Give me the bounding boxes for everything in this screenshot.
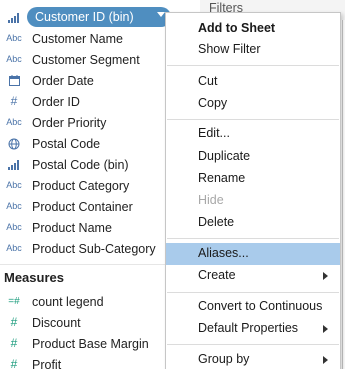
menu-item-label: Duplicate: [198, 149, 251, 163]
field-label: Order ID: [32, 94, 80, 109]
field-label: Postal Code (bin): [32, 157, 129, 172]
menu-item-group-by[interactable]: Group by: [166, 349, 340, 369]
chevron-right-icon: [323, 356, 328, 364]
menu-item-label: Create: [198, 268, 236, 282]
menu-item-label: Edit...: [198, 126, 230, 140]
menu-item-delete[interactable]: Delete: [166, 212, 340, 234]
chevron-right-icon: [323, 272, 328, 280]
menu-item-label: Default Properties: [198, 321, 299, 335]
menu-item-copy[interactable]: Copy: [166, 93, 340, 115]
menu-item-rename[interactable]: Rename: [166, 168, 340, 190]
chevron-down-icon[interactable]: [157, 12, 165, 17]
field-label: Postal Code: [32, 136, 101, 151]
measures-header: Measures: [4, 270, 64, 285]
field-context-menu: Add to Sheet Show Filter Cut Copy Edit..…: [165, 12, 341, 369]
abc-icon: Abc: [6, 54, 22, 64]
chevron-right-icon: [323, 325, 328, 333]
menu-item-convert-to-continuous[interactable]: Convert to Continuous: [166, 296, 340, 318]
field-label: Order Priority: [32, 115, 107, 130]
menu-item-create[interactable]: Create: [166, 265, 340, 287]
menu-separator: [167, 292, 339, 293]
menu-item-aliases[interactable]: Aliases...: [166, 243, 340, 265]
menu-item-label: Convert to Continuous: [198, 299, 323, 313]
field-label: count legend: [32, 294, 104, 309]
menu-separator: [167, 238, 339, 239]
abc-icon: Abc: [6, 117, 22, 127]
calculated-hash-icon: =#: [8, 296, 20, 307]
abc-icon: Abc: [6, 201, 22, 211]
menu-item-label: Group by: [198, 352, 250, 366]
calendar-icon: [5, 75, 23, 86]
menu-item-label: Rename: [198, 171, 246, 185]
abc-icon: Abc: [6, 180, 22, 190]
menu-item-label: Delete: [198, 215, 235, 229]
menu-item-label: Hide: [198, 193, 224, 207]
menu-item-label: Add to Sheet: [198, 21, 276, 35]
field-label: Product Base Margin: [32, 336, 149, 351]
shelf-divider: [342, 20, 343, 369]
abc-icon: Abc: [6, 222, 22, 232]
menu-item-add-to-sheet[interactable]: Add to Sheet: [166, 18, 340, 40]
field-label: Order Date: [32, 73, 94, 88]
hash-icon: #: [10, 357, 18, 369]
hash-icon: #: [10, 94, 18, 108]
menu-item-show-filter[interactable]: Show Filter: [166, 39, 340, 61]
field-label: Product Name: [32, 220, 112, 235]
menu-separator: [167, 344, 339, 345]
hash-icon: #: [10, 315, 18, 329]
field-label: Product Container: [32, 199, 133, 214]
menu-item-label: Show Filter: [198, 42, 261, 56]
menu-separator: [167, 119, 339, 120]
field-label: Discount: [32, 315, 81, 330]
menu-item-default-properties[interactable]: Default Properties: [166, 318, 340, 340]
field-label: Profit: [32, 357, 62, 369]
menu-separator: [167, 65, 339, 66]
field-label: Customer Name: [32, 31, 123, 46]
abc-icon: Abc: [6, 243, 22, 253]
menu-item-label: Copy: [198, 96, 228, 110]
hash-icon: #: [10, 336, 18, 350]
bin-icon: [5, 12, 23, 23]
field-label: Customer Segment: [32, 52, 140, 67]
globe-icon: [5, 138, 23, 150]
field-label: Product Sub-Category: [32, 241, 156, 256]
field-label: Product Category: [32, 178, 130, 193]
abc-icon: Abc: [6, 33, 22, 43]
menu-item-cut[interactable]: Cut: [166, 71, 340, 93]
selected-field-label: Customer ID (bin): [35, 10, 134, 24]
tableau-workspace: Filters Customer ID (bin) Abc Customer N…: [0, 0, 345, 369]
selected-field-pill[interactable]: Customer ID (bin): [27, 7, 171, 27]
menu-item-hide: Hide: [166, 190, 340, 212]
menu-item-edit[interactable]: Edit...: [166, 123, 340, 145]
menu-item-label: Aliases...: [198, 246, 249, 260]
bin-icon: [5, 159, 23, 170]
menu-item-duplicate[interactable]: Duplicate: [166, 146, 340, 168]
menu-item-label: Cut: [198, 74, 218, 88]
